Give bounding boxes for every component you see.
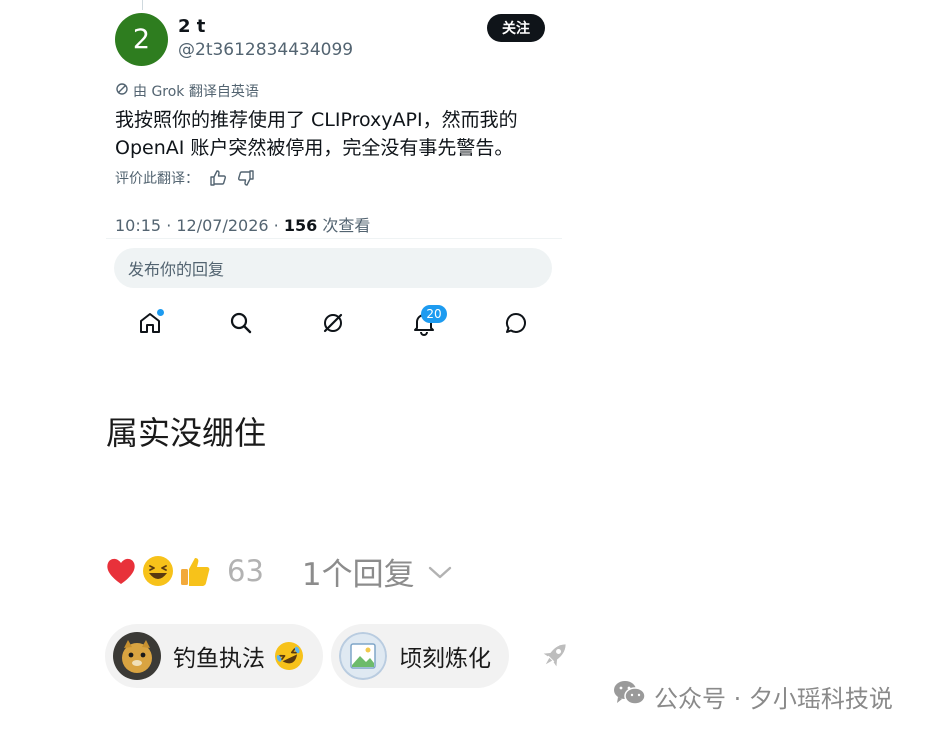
reply-input[interactable]: 发布你的回复 <box>114 248 552 288</box>
image-placeholder-avatar <box>339 632 387 680</box>
replies-toggle[interactable]: 1个回复 <box>302 549 453 594</box>
reaction-count: 63 <box>227 554 264 588</box>
reaction-row: 63 1个回复 <box>104 549 453 594</box>
tab-home[interactable] <box>135 309 165 340</box>
tweet-text: 我按照你的推荐使用了 CLIProxyAPI，然而我的 OpenAI 账户突然被… <box>115 106 565 162</box>
divider <box>106 238 562 239</box>
reply-count-label: 1个回复 <box>301 556 415 593</box>
heart-emoji[interactable] <box>104 554 138 588</box>
chip-label: 钓鱼执法 <box>173 646 265 672</box>
tweet-text-line: OpenAI 账户突然被停用，完全没有事先警告。 <box>115 137 514 159</box>
user-avatar[interactable]: 2 <box>115 13 168 66</box>
translate-icon <box>115 82 129 100</box>
laughing-emoji[interactable] <box>141 554 175 588</box>
rate-translation: 评价此翻译： <box>115 168 255 188</box>
chip-label: 顷刻炼化 <box>399 646 491 672</box>
wechat-icon <box>612 678 646 714</box>
avatar-letter: 2 <box>132 24 151 55</box>
user-handle[interactable]: @2t3612834434099 <box>178 40 353 60</box>
translation-note: 由 Grok 翻译自英语 <box>115 81 259 101</box>
home-unread-dot <box>157 309 164 316</box>
display-name[interactable]: 2 t <box>178 16 205 37</box>
thumbs-down-icon[interactable] <box>237 169 255 187</box>
view-count: 156 <box>283 216 318 235</box>
thumbs-up-icon[interactable] <box>209 169 227 187</box>
tab-grok[interactable] <box>318 310 348 340</box>
comment-text: 属实没绷住 <box>106 414 267 452</box>
doge-avatar <box>113 632 161 680</box>
grok-icon <box>320 310 346 340</box>
notification-badge: 20 <box>421 305 447 323</box>
bottom-tab-bar: 20 <box>106 300 562 350</box>
tab-notifications[interactable]: 20 <box>409 305 447 340</box>
watermark-text: 公众号 · 夕小瑶科技说 <box>654 684 893 713</box>
follow-button[interactable]: 关注 <box>487 14 545 42</box>
reaction-chip-refine[interactable]: 顷刻炼化 <box>331 624 509 688</box>
thread-connector-line <box>142 0 143 10</box>
reaction-chip-fishing[interactable]: 钓鱼执法 <box>105 624 323 688</box>
rate-translation-label: 评价此翻译： <box>115 171 199 187</box>
thumbs-up-emoji[interactable] <box>178 554 212 588</box>
translation-note-text: 由 Grok 翻译自英语 <box>133 84 259 100</box>
tweet-meta: 10:15 · 12/07/2026 · 156 次查看 <box>115 212 370 236</box>
tab-search[interactable] <box>226 310 256 340</box>
chevron-down-icon <box>427 553 453 589</box>
rolling-laughing-emoji <box>273 640 305 672</box>
search-icon <box>228 310 254 340</box>
message-icon <box>503 310 529 340</box>
tweet-text-line: 我按照你的推荐使用了 CLIProxyAPI，然而我的 <box>115 109 518 131</box>
rocket-icon[interactable] <box>538 638 572 672</box>
tab-messages[interactable] <box>501 310 531 340</box>
view-label: 次查看 <box>317 216 371 235</box>
tweet-timestamp[interactable]: 10:15 · 12/07/2026 · <box>115 216 284 235</box>
watermark: 公众号 · 夕小瑶科技说 <box>612 678 893 714</box>
